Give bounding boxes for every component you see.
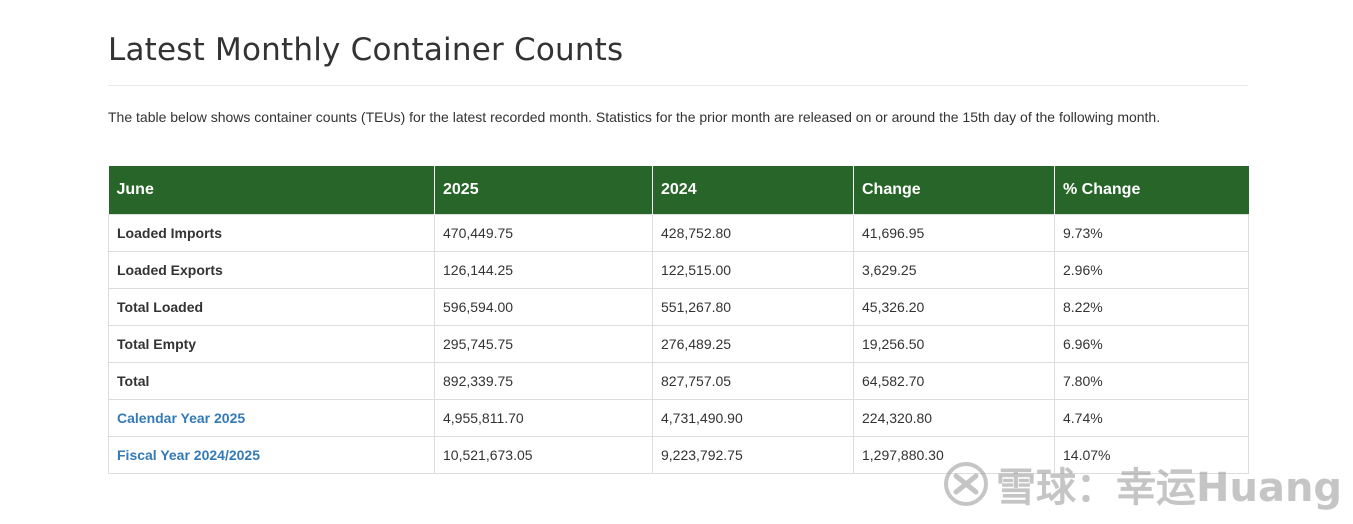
- table-row: Total 892,339.75 827,757.05 64,582.70 7.…: [108, 362, 1249, 400]
- watermark-text: 雪球：幸运Huang: [996, 465, 1343, 511]
- cell-change: 3,629.25: [853, 251, 1055, 289]
- table-row: Loaded Exports 126,144.25 122,515.00 3,6…: [108, 251, 1249, 289]
- row-label: Total Loaded: [108, 288, 435, 326]
- cell-2025: 10,521,673.05: [434, 436, 653, 474]
- row-label: Total: [108, 362, 435, 400]
- cell-change: 64,582.70: [853, 362, 1055, 400]
- cell-change: 224,320.80: [853, 399, 1055, 437]
- cell-2025: 892,339.75: [434, 362, 653, 400]
- cell-percent-change: 8.22%: [1054, 288, 1249, 326]
- cell-percent-change: 4.74%: [1054, 399, 1249, 437]
- table-row: Total Empty 295,745.75 276,489.25 19,256…: [108, 325, 1249, 363]
- header-change: Change: [853, 166, 1055, 215]
- cell-2024: 827,757.05: [652, 362, 854, 400]
- header-prior-year: 2024: [652, 166, 854, 215]
- header-percent-change: % Change: [1054, 166, 1249, 215]
- cell-2024: 276,489.25: [652, 325, 854, 363]
- intro-text: The table below shows container counts (…: [108, 109, 1161, 125]
- table-header-row: June 2025 2024 Change % Change: [108, 166, 1249, 215]
- header-month: June: [108, 166, 435, 215]
- calendar-year-link[interactable]: Calendar Year 2025: [108, 399, 435, 437]
- main-content: Latest Monthly Container Counts The tabl…: [108, 0, 1249, 474]
- row-label: Loaded Imports: [108, 214, 435, 252]
- title-divider: [108, 85, 1248, 86]
- page-title: Latest Monthly Container Counts: [108, 32, 624, 68]
- table-row: Calendar Year 2025 4,955,811.70 4,731,49…: [108, 399, 1249, 437]
- cell-2025: 470,449.75: [434, 214, 653, 252]
- cell-percent-change: 9.73%: [1054, 214, 1249, 252]
- cell-percent-change: 6.96%: [1054, 325, 1249, 363]
- cell-2025: 4,955,811.70: [434, 399, 653, 437]
- cell-percent-change: 7.80%: [1054, 362, 1249, 400]
- cell-2025: 295,745.75: [434, 325, 653, 363]
- fiscal-year-link[interactable]: Fiscal Year 2024/2025: [108, 436, 435, 474]
- row-label: Loaded Exports: [108, 251, 435, 289]
- cell-change: 19,256.50: [853, 325, 1055, 363]
- cell-2024: 122,515.00: [652, 251, 854, 289]
- row-label: Total Empty: [108, 325, 435, 363]
- table-row: Loaded Imports 470,449.75 428,752.80 41,…: [108, 214, 1249, 252]
- table-row: Total Loaded 596,594.00 551,267.80 45,32…: [108, 288, 1249, 326]
- cell-2024: 9,223,792.75: [652, 436, 854, 474]
- container-counts-table: June 2025 2024 Change % Change Loaded Im…: [108, 166, 1249, 474]
- snowball-logo-icon: [944, 462, 988, 506]
- cell-percent-change: 2.96%: [1054, 251, 1249, 289]
- cell-2025: 596,594.00: [434, 288, 653, 326]
- cell-2025: 126,144.25: [434, 251, 653, 289]
- cell-change: 41,696.95: [853, 214, 1055, 252]
- cell-change: 45,326.20: [853, 288, 1055, 326]
- header-current-year: 2025: [434, 166, 653, 215]
- cell-2024: 428,752.80: [652, 214, 854, 252]
- cell-2024: 551,267.80: [652, 288, 854, 326]
- cell-2024: 4,731,490.90: [652, 399, 854, 437]
- watermark: 雪球：幸运Huang: [942, 454, 1342, 514]
